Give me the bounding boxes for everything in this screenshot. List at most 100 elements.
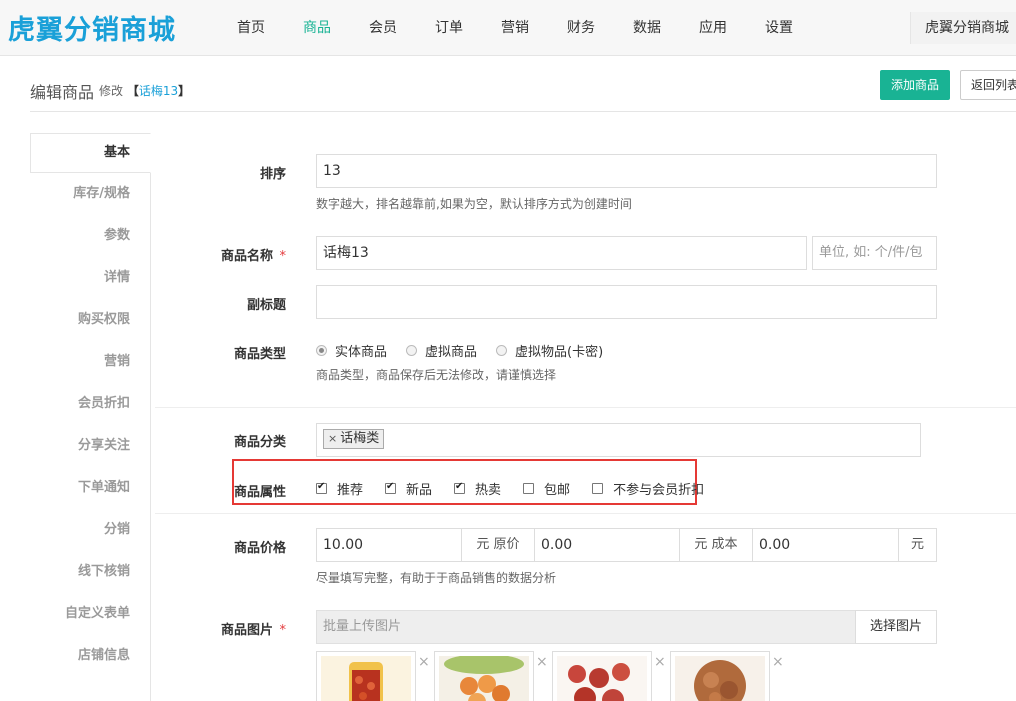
product-images-label: 商品图片 * <box>186 619 286 638</box>
nav-item-orders[interactable]: 订单 <box>416 0 482 56</box>
tab-purchase-permission[interactable]: 购买权限 <box>30 299 150 341</box>
top-navbar: 虎翼分销商城 首页 商品 会员 订单 营销 财务 数据 应用 设置 虎翼分销商城 <box>0 0 1016 56</box>
nav-item-data[interactable]: 数据 <box>614 0 680 56</box>
nav-item-products[interactable]: 商品 <box>284 0 350 56</box>
radio-physical-label: 实体商品 <box>335 344 388 360</box>
radio-virtual-dot[interactable] <box>406 344 418 356</box>
product-name-link[interactable]: 话梅13 <box>139 84 178 98</box>
tab-member-discount[interactable]: 会员折扣 <box>30 383 150 425</box>
product-name-label-text: 商品名称 <box>220 249 273 264</box>
nav-item-apps[interactable]: 应用 <box>680 0 746 56</box>
shop-menu-label: 虎翼分销商城 <box>925 20 1009 36</box>
shop-menu[interactable]: 虎翼分销商城 <box>910 12 1016 44</box>
price-help: 尽量填写完整，有助于于商品销售的数据分析 <box>316 571 557 585</box>
page-header: 编辑商品 修改 【话梅13】 添加商品 返回列表 <box>30 70 1016 112</box>
checkbox-no-member-discount-box[interactable] <box>592 482 604 494</box>
radio-physical-dot[interactable] <box>316 344 327 356</box>
subtitle-input[interactable] <box>316 285 937 319</box>
nav-item-home[interactable]: 首页 <box>218 0 284 56</box>
tab-custom-form[interactable]: 自定义表单 <box>30 593 150 635</box>
tag-remove-icon[interactable]: × <box>328 432 337 445</box>
nav-item-settings[interactable]: 设置 <box>746 0 812 56</box>
unit-input[interactable]: 单位, 如: 个/件/包 <box>812 236 937 270</box>
radio-virtual-label: 虚拟商品 <box>425 344 478 360</box>
brand-logo-text: 虎翼分销商城 <box>8 14 176 46</box>
tab-order-notice[interactable]: 下单通知 <box>30 467 150 509</box>
radio-virtual[interactable]: 虚拟商品 <box>406 341 477 360</box>
sort-input[interactable]: 13 <box>316 154 937 188</box>
product-name-label: 商品名称 * <box>186 245 286 264</box>
product-image-thumb-4[interactable] <box>670 651 770 701</box>
product-image-thumb-3[interactable] <box>552 651 652 701</box>
product-type-help: 商品类型，商品保存后无法修改，请谨慎选择 <box>316 368 557 382</box>
cost-price-input[interactable]: 0.00 <box>752 528 899 562</box>
radio-physical[interactable]: 实体商品 <box>316 341 387 360</box>
tab-share-follow[interactable]: 分享关注 <box>30 425 150 467</box>
tab-shop-info[interactable]: 店铺信息 <box>30 635 150 677</box>
checkbox-new-box[interactable] <box>385 481 397 494</box>
remove-image-4-icon[interactable]: × <box>772 654 784 670</box>
price-input[interactable]: 10.00 <box>316 528 462 562</box>
preserved-plum-image <box>557 656 647 701</box>
radio-card-key-label: 虚拟物品(卡密) <box>515 344 604 360</box>
remove-image-1-icon[interactable]: × <box>418 654 430 670</box>
tab-params[interactable]: 参数 <box>30 215 150 257</box>
dried-plum-image <box>675 656 765 701</box>
edit-mode-label: 修改 <box>99 84 124 98</box>
tab-basic[interactable]: 基本 <box>30 133 151 173</box>
required-mark: * <box>279 623 287 638</box>
choose-image-button[interactable]: 选择图片 <box>855 610 937 644</box>
subtitle-label: 副标题 <box>246 298 286 313</box>
tab-distribution[interactable]: 分销 <box>30 509 150 551</box>
checkbox-free-shipping-label: 包邮 <box>544 482 571 498</box>
nav-item-marketing[interactable]: 营销 <box>482 0 548 56</box>
remove-image-2-icon[interactable]: × <box>536 654 548 670</box>
add-product-button[interactable]: 添加商品 <box>880 70 950 100</box>
cost-price-addon: 元 成本 <box>679 528 753 562</box>
category-tag: × 话梅类 <box>323 429 385 449</box>
checkbox-hot-label: 热卖 <box>475 482 502 498</box>
main-nav: 首页 商品 会员 订单 营销 财务 数据 应用 设置 <box>218 0 812 56</box>
price-label: 商品价格 <box>233 541 286 556</box>
back-to-list-button[interactable]: 返回列表 <box>960 70 1016 100</box>
product-name-input[interactable]: 话梅13 <box>316 236 807 270</box>
original-price-input[interactable]: 0.00 <box>534 528 680 562</box>
batch-upload-input[interactable]: 批量上传图片 <box>316 610 856 644</box>
checkbox-recommend[interactable]: 推荐 <box>316 479 363 498</box>
radio-card-key[interactable]: 虚拟物品(卡密) <box>496 341 603 360</box>
product-type-label: 商品类型 <box>233 347 286 362</box>
radio-card-key-dot[interactable] <box>496 344 508 356</box>
checkbox-new[interactable]: 新品 <box>385 479 432 498</box>
attributes-label: 商品属性 <box>233 485 286 500</box>
sort-help: 数字越大，排名越靠前,如果为空，默认排序方式为创建时间 <box>316 197 632 211</box>
tab-details[interactable]: 详情 <box>30 257 150 299</box>
sort-label: 排序 <box>259 167 286 182</box>
product-image-thumb-1[interactable] <box>316 651 416 701</box>
dried-fruit-jar-image <box>321 656 411 701</box>
nav-item-members[interactable]: 会员 <box>350 0 416 56</box>
tab-offline-verify[interactable]: 线下核销 <box>30 551 150 593</box>
checkbox-hot[interactable]: 热卖 <box>454 479 501 498</box>
remove-image-3-icon[interactable]: × <box>654 654 666 670</box>
product-image-thumb-2[interactable] <box>434 651 534 701</box>
checkbox-hot-box[interactable] <box>454 481 466 494</box>
checkbox-recommend-box[interactable] <box>316 481 327 494</box>
nav-item-finance[interactable]: 财务 <box>548 0 614 56</box>
section-divider <box>155 407 1016 408</box>
original-price-addon: 元 原价 <box>461 528 535 562</box>
plum-pile-image <box>439 656 529 701</box>
checkbox-no-member-discount[interactable]: 不参与会员折扣 <box>592 479 704 498</box>
checkbox-new-label: 新品 <box>406 482 433 498</box>
checkbox-free-shipping[interactable]: 包邮 <box>523 479 570 498</box>
tab-marketing[interactable]: 营销 <box>30 341 150 383</box>
attributes-checkboxes: 推荐 新品 热卖 包邮 不参与会员折扣 <box>316 479 704 498</box>
checkbox-free-shipping-box[interactable] <box>523 482 535 494</box>
checkbox-no-member-discount-label: 不参与会员折扣 <box>613 482 705 498</box>
brand-logo[interactable]: 虎翼分销商城 <box>8 10 176 46</box>
tab-stock-spec[interactable]: 库存/规格 <box>30 173 150 215</box>
category-select[interactable]: × 话梅类 <box>316 423 921 457</box>
page-subtitle: 修改 【话梅13】 <box>99 84 191 98</box>
side-tabs: 基本 库存/规格 参数 详情 购买权限 营销 会员折扣 分享关注 下单通知 分销… <box>30 133 151 701</box>
required-mark: * <box>279 249 287 264</box>
product-type-radios: 实体商品 虚拟商品 虚拟物品(卡密) <box>316 341 603 360</box>
